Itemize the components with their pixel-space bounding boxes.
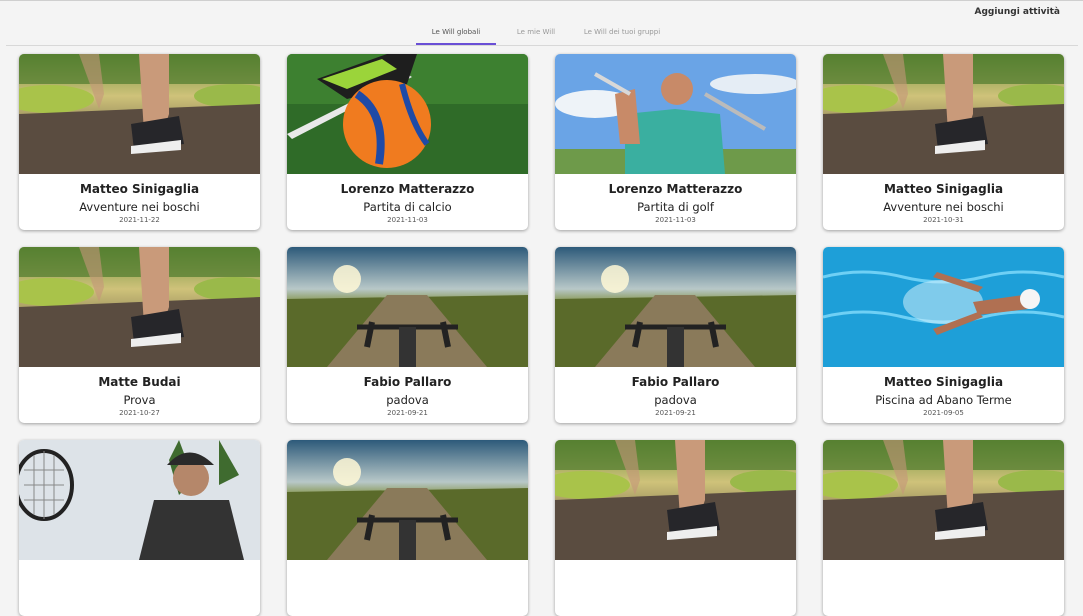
card-activity-title: Avventure nei boschi [79, 200, 200, 214]
card-date: 2021-10-31 [923, 216, 964, 224]
cycling-photo [287, 440, 528, 560]
card-date: 2021-09-21 [655, 409, 696, 417]
card-activity-title: Partita di calcio [363, 200, 452, 214]
tab-group-wills[interactable]: Le Will dei tuoi gruppi [578, 28, 666, 45]
tab-my-wills[interactable]: Le mie Will [505, 28, 567, 45]
card-date: 2021-09-21 [387, 409, 428, 417]
card-user-name: Lorenzo Matterazzo [340, 182, 475, 196]
activity-card[interactable]: Lorenzo Matterazzo Partita di golf 2021-… [555, 54, 796, 230]
activity-card[interactable] [823, 440, 1064, 616]
activity-card[interactable] [287, 440, 528, 616]
card-date: 2021-10-27 [119, 409, 160, 417]
activity-card[interactable] [555, 440, 796, 616]
walking-photo [823, 54, 1064, 174]
card-date: 2021-09-05 [923, 409, 964, 417]
cycling-photo [555, 247, 796, 367]
card-activity-title: Partita di golf [637, 200, 714, 214]
tab-divider [6, 45, 1078, 46]
tab-global-wills[interactable]: Le Will globali [416, 28, 496, 45]
card-user-name: Fabio Pallaro [631, 375, 720, 389]
card-activity-title: padova [386, 393, 429, 407]
card-activity-title: Avventure nei boschi [883, 200, 1004, 214]
card-user-name: Matteo Sinigaglia [79, 182, 200, 196]
activity-card[interactable]: Fabio Pallaro padova 2021-09-21 [555, 247, 796, 423]
cycling-photo [287, 247, 528, 367]
card-date: 2021-11-03 [387, 216, 428, 224]
activity-card[interactable]: Matteo Sinigaglia Avventure nei boschi 2… [19, 54, 260, 230]
tennis-photo [19, 440, 260, 560]
card-user-name: Matte Budai [98, 375, 181, 389]
activity-card[interactable]: Matteo Sinigaglia Piscina ad Abano Terme… [823, 247, 1064, 423]
activity-card[interactable]: Lorenzo Matterazzo Partita di calcio 202… [287, 54, 528, 230]
card-user-name: Matteo Sinigaglia [883, 182, 1004, 196]
walking-photo [19, 247, 260, 367]
walking-photo [19, 54, 260, 174]
card-activity-title: Piscina ad Abano Terme [875, 393, 1012, 407]
card-activity-title: Prova [123, 393, 156, 407]
golf-photo [555, 54, 796, 174]
walking-photo [823, 440, 1064, 560]
activity-card[interactable]: Matteo Sinigaglia Avventure nei boschi 2… [823, 54, 1064, 230]
walking-photo [555, 440, 796, 560]
card-date: 2021-11-22 [119, 216, 160, 224]
activity-card[interactable]: Fabio Pallaro padova 2021-09-21 [287, 247, 528, 423]
card-user-name: Fabio Pallaro [363, 375, 452, 389]
activity-card[interactable] [19, 440, 260, 616]
soccer-photo [287, 54, 528, 174]
card-user-name: Lorenzo Matterazzo [608, 182, 743, 196]
card-user-name: Matteo Sinigaglia [883, 375, 1004, 389]
card-activity-title: padova [654, 393, 697, 407]
swimming-photo [823, 247, 1064, 367]
add-activity-button[interactable]: Aggiungi attività [975, 7, 1061, 17]
tab-bar: Le Will globali Le mie Will Le Will dei … [0, 25, 1083, 45]
activity-card[interactable]: Matte Budai Prova 2021-10-27 [19, 247, 260, 423]
card-date: 2021-11-03 [655, 216, 696, 224]
